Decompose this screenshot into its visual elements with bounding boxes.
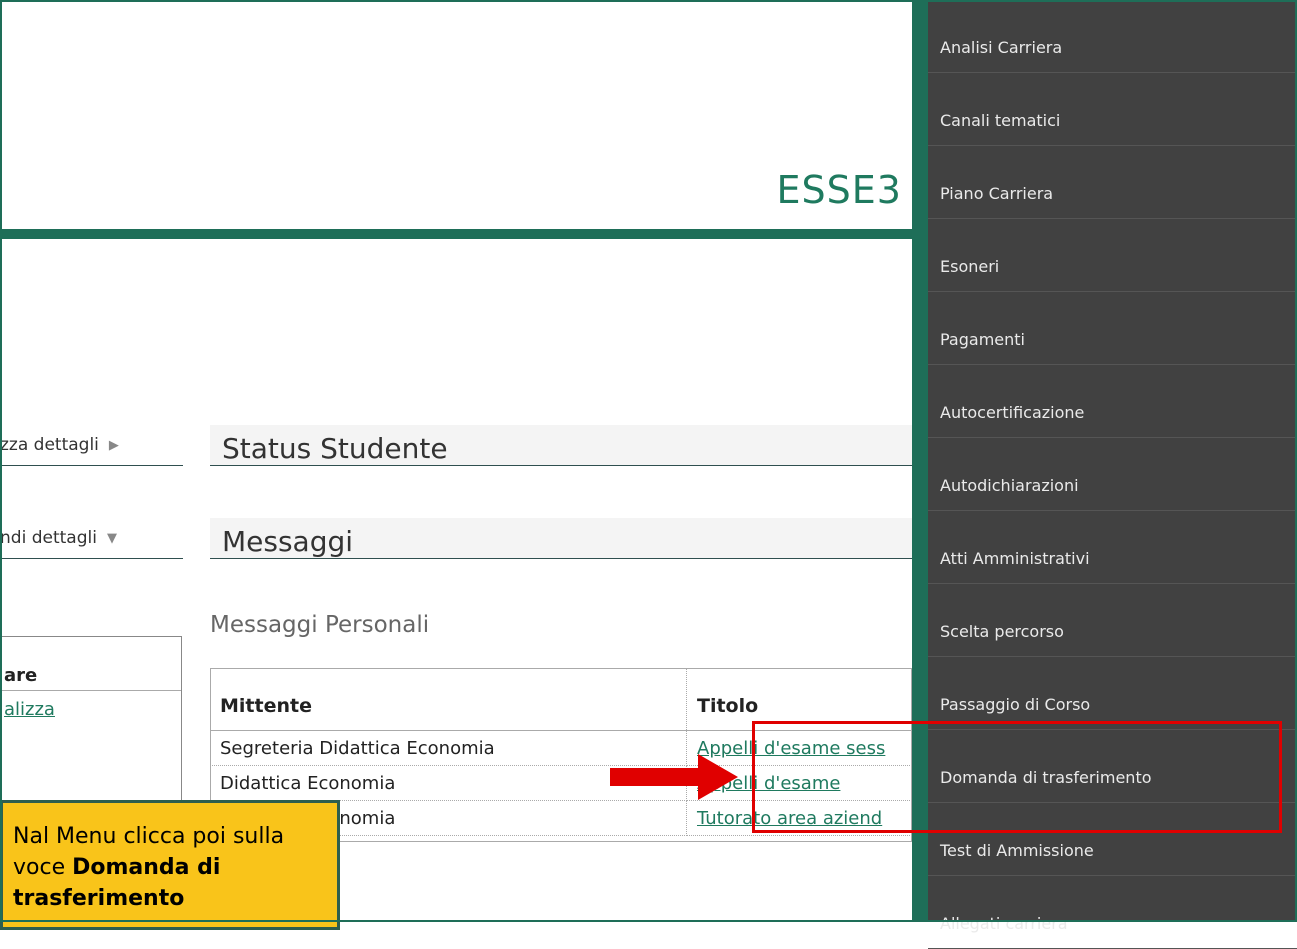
- messages-section-header[interactable]: Messaggi: [210, 518, 912, 559]
- status-section-header[interactable]: Status Studente: [210, 425, 912, 466]
- title-column-header: Titolo: [686, 668, 912, 731]
- table-row: Segreteria Didattica Economia Appelli d'…: [210, 730, 912, 766]
- messages-details-toggle[interactable]: ndi dettagli ▼: [0, 518, 183, 559]
- menu-item-domanda-di-trasferimento[interactable]: Domanda di trasferimento: [928, 730, 1297, 803]
- menu-item-autocertificazione[interactable]: Autocertificazione: [928, 365, 1297, 438]
- personal-messages-heading: Messaggi Personali: [210, 612, 430, 638]
- status-section-title: Status Studente: [222, 432, 448, 465]
- table-header-row: Mittente Titolo: [210, 668, 912, 731]
- messages-section-title: Messaggi: [222, 525, 354, 558]
- side-menu: Analisi Carriera Canali tematici Piano C…: [912, 0, 1297, 949]
- menu-item-passaggio-di-corso[interactable]: Passaggio di Corso: [928, 657, 1297, 730]
- menu-item-analisi-carriera[interactable]: Analisi Carriera: [928, 0, 1297, 73]
- triangle-down-icon: ▼: [106, 530, 117, 546]
- sender-column-header: Mittente: [210, 668, 687, 731]
- menu-item-canali-tematici[interactable]: Canali tematici: [928, 73, 1297, 146]
- menu-item-esoneri[interactable]: Esoneri: [928, 219, 1297, 292]
- table-row: Didattica Economia Appelli d'esame: [210, 765, 912, 801]
- message-title-link[interactable]: Tutorato area aziend: [697, 808, 882, 829]
- status-details-toggle[interactable]: zza dettagli ▶: [0, 425, 183, 466]
- left-table-link[interactable]: alizza: [0, 691, 181, 720]
- menu-item-piano-carriera[interactable]: Piano Carriera: [928, 146, 1297, 219]
- arrow-right-icon: [610, 754, 738, 800]
- menu-item-test-di-ammissione[interactable]: Test di Ammissione: [928, 803, 1297, 876]
- header-divider: [0, 229, 912, 239]
- menu-item-pagamenti[interactable]: Pagamenti: [928, 292, 1297, 365]
- left-table-header: are: [0, 637, 181, 691]
- triangle-right-icon: ▶: [108, 437, 119, 453]
- instruction-callout: Nal Menu clicca poi sulla voce Domanda d…: [0, 800, 340, 930]
- menu-item-allegati-carriera[interactable]: Allegati carriera: [928, 876, 1297, 949]
- messages-details-label: ndi dettagli: [0, 528, 97, 548]
- status-details-label: zza dettagli: [0, 435, 99, 455]
- menu-item-atti-amministrativi[interactable]: Atti Amministrativi: [928, 511, 1297, 584]
- menu-item-scelta-percorso[interactable]: Scelta percorso: [928, 584, 1297, 657]
- page-header: ESSE3: [2, 2, 912, 231]
- brand-title: ESSE3: [776, 168, 902, 212]
- menu-item-autodichiarazioni[interactable]: Autodichiarazioni: [928, 438, 1297, 511]
